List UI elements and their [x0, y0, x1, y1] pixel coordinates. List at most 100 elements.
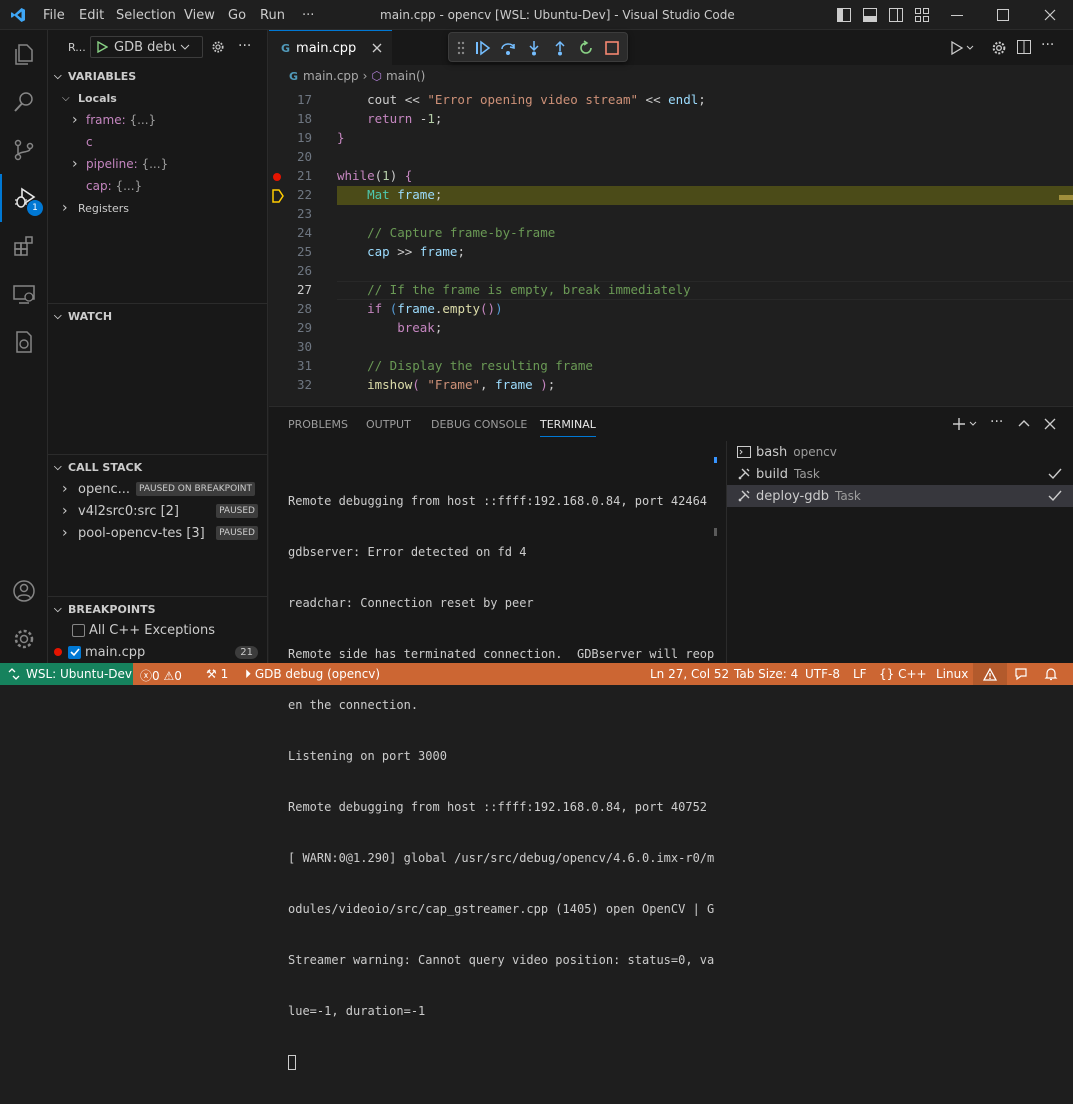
cursor-position[interactable]: Ln 27, Col 52	[650, 667, 729, 681]
breakpoint-all-cpp-exceptions[interactable]: All C++ Exceptions	[72, 619, 215, 641]
tab-output[interactable]: OUTPUT	[366, 418, 411, 431]
tab-size[interactable]: Tab Size: 4	[734, 667, 798, 681]
menu-run[interactable]: Run	[260, 8, 285, 23]
line-number: 29	[296, 320, 312, 335]
debug-sidebar: R... GDB debug ··· ⌵VARIABLES ⌵Locals ›f…	[48, 30, 268, 663]
drag-handle-icon[interactable]	[457, 41, 465, 55]
terminal-item-build[interactable]: build Task	[727, 463, 1073, 485]
variable-pipeline[interactable]: › pipeline: {...}	[72, 153, 168, 175]
variables-section-header[interactable]: ⌵ VARIABLES	[48, 65, 268, 87]
toggle-panel-icon[interactable]	[863, 8, 877, 22]
checkbox-checked[interactable]	[68, 645, 81, 659]
extensions-icon[interactable]	[0, 222, 48, 270]
language-mode[interactable]: {} C++	[879, 667, 927, 681]
call-stack-section-header[interactable]: ⌵ CALL STACK	[48, 456, 268, 478]
maximize-icon[interactable]	[996, 8, 1010, 22]
tab-problems[interactable]: PROBLEMS	[288, 418, 348, 431]
run-debug-dropdown-icon[interactable]	[950, 40, 974, 56]
line-number: 23	[296, 206, 312, 221]
platform[interactable]: Linux	[936, 667, 968, 681]
notifications-bell-icon[interactable]	[1044, 667, 1058, 681]
status-badge: PAUSED	[216, 526, 258, 540]
terminal-icon	[737, 445, 751, 459]
debug-config-status[interactable]: ⏵ GDB debug (opencv)	[245, 667, 380, 682]
search-icon[interactable]	[0, 78, 48, 126]
run-view-title: R...	[68, 41, 86, 54]
toggle-secondary-sidebar-icon[interactable]	[889, 8, 903, 22]
split-editor-icon[interactable]	[1017, 40, 1031, 54]
more-actions-icon[interactable]: ···	[1041, 37, 1054, 53]
source-control-icon[interactable]	[0, 126, 48, 174]
call-stack-item[interactable]: › pool-opencv-tes [3] PAUSED	[62, 522, 258, 544]
watch-section-header[interactable]: ⌵ WATCH	[48, 305, 268, 327]
divider	[48, 303, 267, 304]
code-line: Mat frame;	[337, 187, 443, 202]
continue-icon[interactable]	[475, 40, 491, 56]
terminal-line: Listening on port 3000	[288, 749, 447, 763]
more-actions-icon[interactable]: ···	[990, 414, 1003, 430]
ports-status[interactable]: ⚒ 1	[206, 667, 228, 681]
account-icon[interactable]	[0, 567, 48, 615]
call-stack-item[interactable]: › openc... PAUSED ON BREAKPOINT	[62, 478, 256, 500]
registers-scope[interactable]: › Registers	[62, 197, 129, 219]
problems-status[interactable]: ⓧ0 ⚠0	[140, 667, 182, 684]
end-of-line[interactable]: LF	[853, 667, 867, 681]
chevron-down-icon	[180, 42, 190, 52]
toggle-sidebar-icon[interactable]	[837, 8, 851, 22]
menu-view[interactable]: View	[184, 8, 215, 23]
menu-more[interactable]: ···	[302, 8, 314, 23]
close-tab-icon[interactable]	[372, 43, 382, 53]
explorer-icon[interactable]	[0, 30, 48, 78]
tab-debug-console[interactable]: DEBUG CONSOLE	[431, 418, 527, 431]
variable-c[interactable]: c	[86, 131, 93, 153]
locals-scope[interactable]: ⌵ Locals	[62, 87, 117, 109]
breadcrumb-symbol[interactable]: main()	[386, 69, 425, 83]
debug-config-select[interactable]: GDB debug	[90, 36, 203, 58]
menu-edit[interactable]: Edit	[79, 8, 104, 23]
variable-cap[interactable]: cap: {...}	[86, 175, 142, 197]
remote-indicator[interactable]: WSL: Ubuntu-Dev	[0, 663, 133, 685]
tab-main-cpp[interactable]: G main.cpp	[269, 30, 392, 65]
start-debugging-icon[interactable]	[96, 41, 108, 53]
run-debug-icon[interactable]: 1	[0, 174, 48, 222]
customize-layout-icon[interactable]	[915, 8, 929, 22]
encoding[interactable]: UTF-8	[805, 667, 840, 681]
breakpoint-main-cpp[interactable]: main.cpp 21	[54, 641, 258, 663]
feedback-icon[interactable]	[1014, 667, 1028, 681]
step-into-icon[interactable]	[526, 40, 542, 56]
divider	[48, 454, 267, 455]
call-stack-item[interactable]: › v4l2src0:src [2] PAUSED	[62, 500, 258, 522]
checkbox[interactable]	[72, 623, 85, 637]
chevron-down-icon: ⌵	[62, 92, 70, 104]
manage-gear-icon[interactable]	[0, 615, 48, 663]
terminal-output[interactable]: Remote debugging from host ::ffff:192.16…	[288, 459, 714, 1104]
new-terminal-icon[interactable]	[952, 417, 978, 431]
menu-file[interactable]: File	[43, 8, 65, 23]
code-editor[interactable]: 17 18 19 20 21 22 23 24 25 26 27 28 29 3…	[269, 87, 1073, 405]
menu-selection[interactable]: Selection	[116, 8, 176, 23]
more-actions-icon[interactable]: ···	[238, 38, 251, 54]
tab-terminal[interactable]: TERMINAL	[540, 418, 596, 437]
breadcrumb-file[interactable]: main.cpp	[303, 69, 359, 83]
cpp-tools-icon[interactable]	[0, 318, 48, 366]
variable-frame[interactable]: › frame: {...}	[72, 109, 156, 131]
maximize-panel-icon[interactable]	[1018, 418, 1030, 430]
restart-icon[interactable]	[578, 40, 594, 56]
scrollbar-thumb[interactable]	[714, 528, 717, 536]
stop-icon[interactable]	[604, 40, 620, 56]
remote-explorer-icon[interactable]	[0, 270, 48, 318]
close-panel-icon[interactable]	[1044, 418, 1056, 430]
terminal-item-bash[interactable]: bash opencv	[727, 441, 1073, 463]
minimize-icon[interactable]	[950, 8, 964, 22]
warning-icon[interactable]	[973, 663, 1007, 685]
terminal-item-deploy-gdb[interactable]: deploy-gdb Task	[727, 485, 1073, 507]
breakpoints-section-header[interactable]: ⌵ BREAKPOINTS	[48, 598, 268, 620]
debug-settings-gear-icon[interactable]	[211, 40, 225, 54]
step-over-icon[interactable]	[500, 40, 516, 56]
breakpoint-icon[interactable]	[273, 173, 281, 181]
settings-gear-icon[interactable]	[991, 40, 1007, 56]
check-icon	[1048, 490, 1062, 502]
close-icon[interactable]	[1043, 8, 1057, 22]
step-out-icon[interactable]	[552, 40, 568, 56]
menu-go[interactable]: Go	[228, 8, 246, 23]
